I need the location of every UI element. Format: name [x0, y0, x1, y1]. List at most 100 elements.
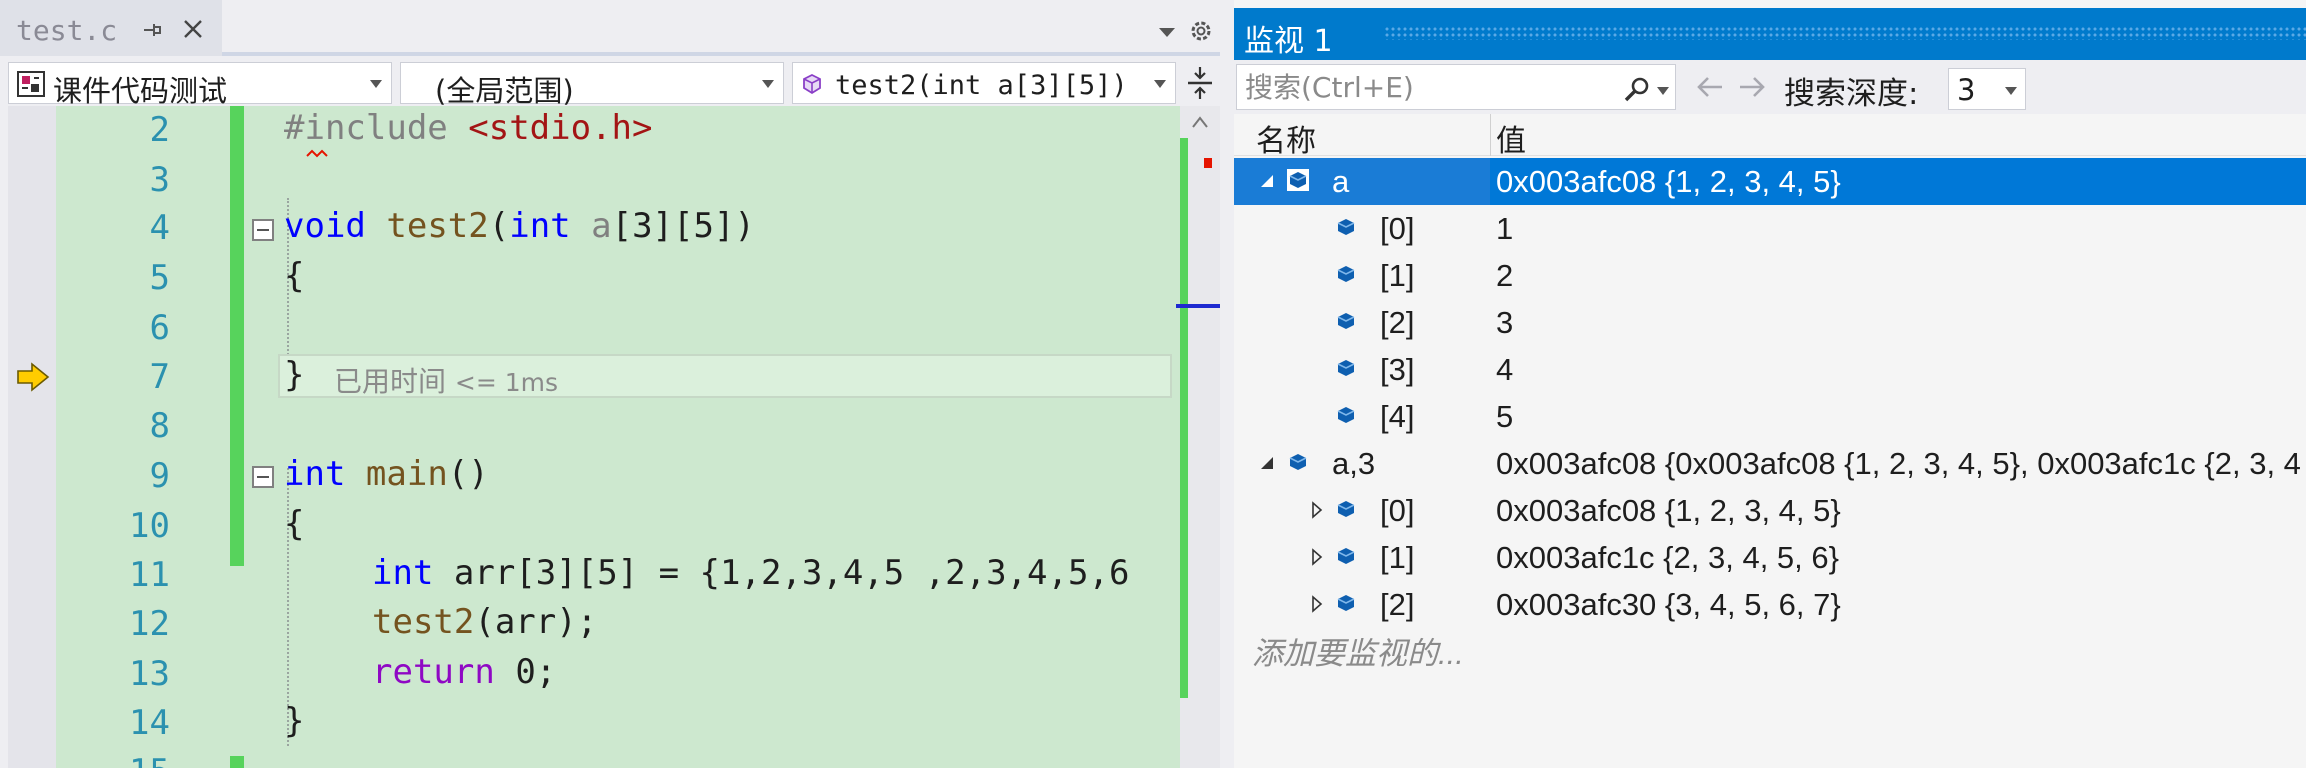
watch-row-value: 0x003afc08 {1, 2, 3, 4, 5}: [1496, 493, 1841, 528]
watch-window: 监视 1 搜索深度: 3 名称 值: [1234, 0, 2306, 768]
add-watch-item[interactable]: 添加要监视的...: [1252, 628, 1464, 673]
code-line-10[interactable]: {: [284, 504, 304, 544]
code-line-5[interactable]: {: [284, 256, 304, 296]
watch-row-name: [1]: [1380, 258, 1415, 293]
watch-row-a3-2[interactable]: [2] 0x003afc30 {3, 4, 5, 6, 7}: [1234, 581, 2306, 628]
expand-triangle-icon[interactable]: [1308, 548, 1326, 566]
fold-toggle-test2[interactable]: [252, 219, 274, 241]
line-number: 4: [149, 208, 170, 248]
expand-triangle-icon[interactable]: [1308, 595, 1326, 613]
watch-row-a-2[interactable]: [2] 3: [1234, 299, 2306, 346]
variable-cube-icon: [1337, 360, 1355, 376]
function-name: test2: [386, 206, 489, 246]
variable-cube-icon: [1337, 595, 1355, 611]
code-line-9[interactable]: int main(): [284, 454, 489, 494]
watch-row-value: 0x003afc1c {2, 3, 4, 5, 6}: [1496, 540, 1839, 575]
watch-row-name: [2]: [1380, 587, 1415, 622]
parameter-name: a: [591, 206, 612, 246]
column-header-name[interactable]: 名称: [1256, 116, 1316, 160]
variable-cube-icon: [1337, 313, 1355, 329]
line-number: 12: [129, 604, 170, 644]
expand-triangle-icon[interactable]: [1308, 501, 1326, 519]
function-name: main: [365, 454, 448, 494]
watch-row-a3-1[interactable]: [1] 0x003afc1c {2, 3, 4, 5, 6}: [1234, 534, 2306, 581]
code-line-2[interactable]: #include <stdio.h>: [284, 108, 652, 148]
keyword: return: [372, 652, 495, 692]
line-number: 11: [129, 555, 170, 595]
include-header: <stdio.h>: [468, 108, 653, 148]
split-editor-icon[interactable]: [1184, 64, 1216, 102]
watch-row-a-1[interactable]: [1] 2: [1234, 252, 2306, 299]
watch-row-name: [0]: [1380, 493, 1415, 528]
column-separator[interactable]: [1490, 114, 1491, 156]
line-number: 3: [149, 160, 170, 200]
line-number: 15: [56, 752, 170, 768]
function-name: test2: [372, 602, 475, 642]
code-text: (arr);: [474, 602, 598, 642]
watch-row-value: 2: [1496, 258, 1514, 293]
vertical-scrollbar[interactable]: [1176, 106, 1220, 768]
code-text: arr[3][5] = {1,2,3,4,5 ,2,3,4,5,6: [453, 553, 1130, 593]
code-text: 0;: [515, 652, 557, 692]
collapse-triangle-icon[interactable]: [1258, 172, 1276, 190]
watch-title-bar[interactable]: 监视 1: [1234, 8, 2306, 60]
line-number: 10: [129, 506, 170, 546]
line-number: 8: [149, 406, 170, 446]
gear-icon[interactable]: [1188, 18, 1214, 44]
code-punct: (: [488, 206, 510, 246]
line-number: 6: [149, 308, 170, 348]
variable-cube-icon: [1337, 548, 1355, 564]
code-line-14[interactable]: }: [284, 701, 304, 741]
line-number: 5: [149, 258, 170, 298]
watch-row-a3-0[interactable]: [0] 0x003afc08 {1, 2, 3, 4, 5}: [1234, 487, 2306, 534]
perf-tip-value: <= 1ms: [454, 368, 559, 397]
chevron-down-icon: [2005, 87, 2017, 95]
line-number: 7: [149, 357, 170, 397]
watch-row-value: 0x003afc08 {0x003afc08 {1, 2, 3, 4, 5}, …: [1496, 446, 2301, 481]
search-depth-dropdown[interactable]: 3: [1948, 68, 2026, 110]
variable-cube-icon: [1287, 169, 1309, 191]
scroll-up-icon[interactable]: [1192, 116, 1208, 128]
variable-cube-icon: [1289, 454, 1307, 470]
watch-row-value: 0x003afc08 {1, 2, 3, 4, 5}: [1496, 164, 1841, 199]
code-line-12[interactable]: test2(arr);: [372, 602, 597, 642]
pane-splitter[interactable]: [1220, 0, 1234, 768]
variable-cube-icon: [1337, 266, 1355, 282]
fold-toggle-main[interactable]: [252, 466, 274, 488]
line-number: 14: [129, 703, 170, 743]
watch-row-a-0[interactable]: [0] 1: [1234, 205, 2306, 252]
code-punct: (): [447, 454, 489, 494]
arrow-left-icon[interactable]: [1696, 74, 1724, 100]
code-line-11[interactable]: int arr[3][5] = {1,2,3,4,5 ,2,3,4,5,6: [372, 553, 1129, 593]
line-number: 13: [129, 654, 170, 694]
scrollbar-caret-marker: [1176, 304, 1220, 308]
search-depth-label: 搜索深度:: [1784, 76, 1919, 112]
watch-row-a[interactable]: a 0x003afc08 {1, 2, 3, 4, 5}: [1234, 158, 2306, 205]
watch-row-name: [2]: [1380, 305, 1415, 340]
watch-row-a-4[interactable]: [4] 5: [1234, 393, 2306, 440]
search-depth-value: 3: [1957, 73, 1976, 107]
chevron-down-icon[interactable]: [1657, 87, 1669, 95]
watch-row-a-3-elements[interactable]: a,3 0x003afc08 {0x003afc08 {1, 2, 3, 4, …: [1234, 440, 2306, 487]
error-squiggle: [306, 149, 328, 158]
variable-cube-icon: [1337, 219, 1355, 235]
code-punct: [3][5]): [611, 206, 755, 246]
code-line-4[interactable]: void test2(int a[3][5]): [284, 206, 755, 246]
watch-row-a-3[interactable]: [3] 4: [1234, 346, 2306, 393]
code-line-13[interactable]: return 0;: [372, 652, 556, 692]
keyword: int: [372, 553, 434, 593]
perf-tip[interactable]: 已用时间 <= 1ms: [334, 360, 558, 400]
search-box[interactable]: [1236, 64, 1676, 110]
title-grip: [1384, 26, 2306, 40]
column-header-value[interactable]: 值: [1496, 116, 1526, 160]
watch-row-name: [3]: [1380, 352, 1415, 387]
watch-row-name: a,3: [1332, 446, 1376, 481]
arrow-right-icon[interactable]: [1738, 74, 1766, 100]
line-number: 2: [149, 110, 170, 150]
watch-row-value: 4: [1496, 352, 1514, 387]
search-input[interactable]: [1245, 70, 1605, 104]
collapse-triangle-icon[interactable]: [1258, 454, 1276, 472]
scrollbar-error-marker: [1204, 158, 1212, 168]
search-icon[interactable]: [1623, 75, 1651, 103]
code-line-7[interactable]: }: [284, 355, 304, 395]
